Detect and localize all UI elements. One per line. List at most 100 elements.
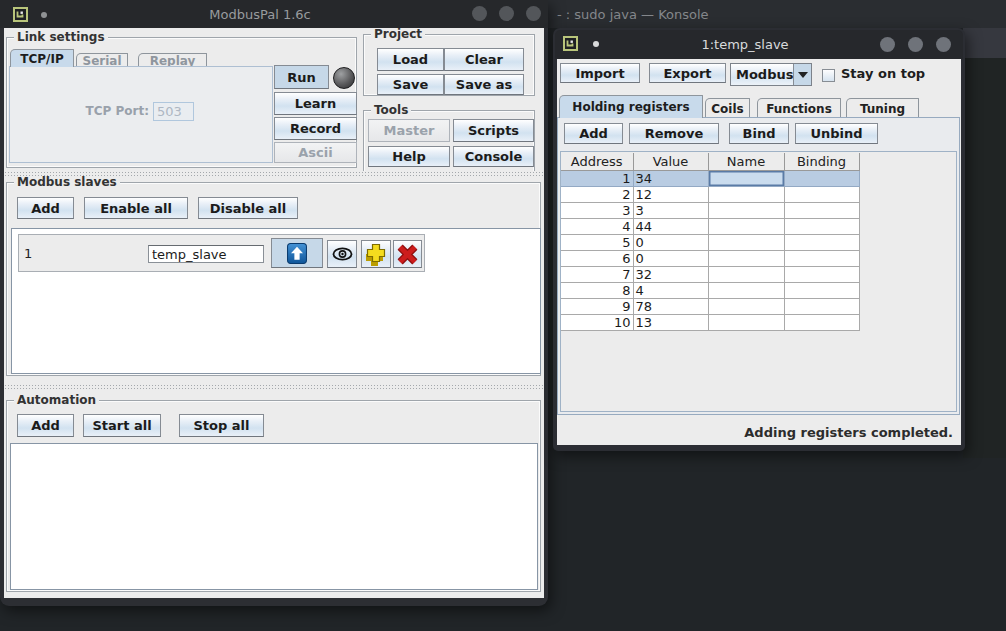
tab-holding-registers[interactable]: Holding registers <box>559 95 703 118</box>
bind-button[interactable]: Bind <box>729 123 789 144</box>
delete-x-icon <box>397 244 418 265</box>
modbus-slaves-title: Modbus slaves <box>14 176 120 189</box>
console-button[interactable]: Console <box>453 146 534 167</box>
project-group: Project Load Clear Save Save as <box>363 34 535 96</box>
col-name[interactable]: Name <box>708 153 784 170</box>
record-button[interactable]: Record <box>274 117 357 140</box>
remove-register-button[interactable]: Remove <box>629 123 719 144</box>
window-button-icon[interactable] <box>908 37 923 52</box>
stay-on-top-checkbox[interactable] <box>822 69 835 82</box>
register-table-scrollpane: Address Value Name Binding 134 212 33 44… <box>560 151 957 412</box>
table-row[interactable]: 212 <box>561 186 859 202</box>
konsole-titlebar: - : sudo java — Konsole <box>548 0 1006 28</box>
window-button-icon[interactable] <box>880 37 895 52</box>
save-as-button[interactable]: Save as <box>444 74 524 95</box>
tab-replay[interactable]: Replay <box>138 53 207 67</box>
window-title: ModbusPal 1.6c <box>0 0 534 28</box>
modbus-combo[interactable]: Modbus <box>730 63 812 86</box>
ascii-button: Ascii <box>274 142 357 163</box>
up-arrow-icon <box>287 243 307 264</box>
combo-value: Modbus <box>731 64 793 85</box>
eye-icon <box>332 247 353 261</box>
slave-id: 1 <box>24 235 32 271</box>
table-row[interactable]: 978 <box>561 298 859 314</box>
window-button-icon[interactable] <box>526 6 541 21</box>
unbind-button[interactable]: Unbind <box>795 123 878 144</box>
import-button[interactable]: Import <box>560 63 640 83</box>
start-all-button[interactable]: Start all <box>83 414 161 437</box>
load-button[interactable]: Load <box>377 48 444 71</box>
konsole-terminal-strip <box>963 58 1006 458</box>
table-row[interactable]: 33 <box>561 202 859 218</box>
scripts-button[interactable]: Scripts <box>453 119 534 142</box>
enable-all-button[interactable]: Enable all <box>84 197 188 219</box>
tools-title: Tools <box>371 104 411 117</box>
desktop: - : sudo java — Konsole ModbusPal 1.6c L… <box>0 0 1006 631</box>
modbuspal-window: ModbusPal 1.6c Link settings TCP/IP Seri… <box>0 0 548 606</box>
stay-on-top-label: Stay on top <box>841 66 925 81</box>
automation-title: Automation <box>14 394 99 407</box>
clear-button[interactable]: Clear <box>444 48 524 71</box>
window-button-icon[interactable] <box>936 37 951 52</box>
link-settings-title: Link settings <box>14 31 108 44</box>
window-button-icon[interactable] <box>499 6 514 21</box>
table-row[interactable]: 134 <box>561 170 859 186</box>
plus-icon <box>364 242 388 266</box>
table-row[interactable]: 50 <box>561 234 859 250</box>
slave-add-button[interactable] <box>361 240 391 268</box>
col-binding[interactable]: Binding <box>784 153 859 170</box>
run-button[interactable]: Run <box>274 65 329 89</box>
konsole-title: - : sudo java — Konsole <box>557 0 709 28</box>
export-button[interactable]: Export <box>649 63 726 83</box>
stop-all-button[interactable]: Stop all <box>179 414 264 437</box>
dialog-content: Import Export Modbus Stay on top Holding… <box>557 59 961 445</box>
holding-registers-panel: Add Remove Bind Unbind Address Value Nam… <box>557 117 960 415</box>
master-button: Master <box>368 119 450 142</box>
combo-arrow-icon[interactable] <box>793 64 811 85</box>
slave-view-button[interactable] <box>327 240 357 268</box>
slave-delete-button[interactable] <box>393 240 422 268</box>
automation-list <box>10 443 538 590</box>
tcp-port-label: TCP Port: <box>74 104 149 118</box>
automation-group: Automation Add Start all Stop all <box>6 400 541 592</box>
tab-tuning[interactable]: Tuning <box>846 98 919 118</box>
table-row[interactable]: 60 <box>561 250 859 266</box>
modbus-slaves-group: Modbus slaves Add Enable all Disable all… <box>6 182 541 376</box>
tab-coils[interactable]: Coils <box>705 98 750 118</box>
slave-row[interactable]: 1 <box>18 234 425 272</box>
col-address[interactable]: Address <box>561 153 633 170</box>
name-edit-cell[interactable] <box>708 170 784 186</box>
split-divider[interactable] <box>4 384 544 390</box>
disable-all-button[interactable]: Disable all <box>198 197 298 219</box>
add-register-button[interactable]: Add <box>564 123 623 144</box>
slave-enable-toggle[interactable] <box>271 238 323 268</box>
tab-functions[interactable]: Functions <box>757 98 841 118</box>
table-row[interactable]: 84 <box>561 282 859 298</box>
status-message: Adding registers completed. <box>744 425 953 440</box>
run-led-icon <box>333 67 355 89</box>
tab-serial[interactable]: Serial <box>76 53 128 67</box>
col-value[interactable]: Value <box>633 153 708 170</box>
modbuspal-content: Link settings TCP/IP Serial Replay TCP P… <box>4 28 544 598</box>
tools-group: Tools Master Scripts Help Console <box>363 110 535 173</box>
konsole-toolbar-strip <box>963 28 1006 58</box>
table-header: Address Value Name Binding <box>561 153 859 170</box>
table-row[interactable]: 732 <box>561 266 859 282</box>
dialog-titlebar[interactable]: 1:temp_slave <box>555 30 963 59</box>
add-automation-button[interactable]: Add <box>17 414 74 437</box>
add-slave-button[interactable]: Add <box>17 197 74 219</box>
modbuspal-titlebar[interactable]: ModbusPal 1.6c <box>0 0 548 28</box>
window-button-icon[interactable] <box>472 6 487 21</box>
tab-tcpip[interactable]: TCP/IP <box>10 49 74 67</box>
help-button[interactable]: Help <box>368 146 450 167</box>
table-row[interactable]: 1013 <box>561 314 859 330</box>
project-title: Project <box>371 28 425 41</box>
slave-name-input[interactable] <box>148 245 264 263</box>
table-row[interactable]: 444 <box>561 218 859 234</box>
learn-button[interactable]: Learn <box>274 92 357 115</box>
tcp-port-input[interactable] <box>153 102 194 121</box>
slave-dialog: 1:temp_slave Import Export Modbus Stay o… <box>553 28 965 451</box>
save-button[interactable]: Save <box>377 74 444 95</box>
register-table: Address Value Name Binding 134 212 33 44… <box>561 153 860 331</box>
slave-list: 1 <box>11 228 541 374</box>
